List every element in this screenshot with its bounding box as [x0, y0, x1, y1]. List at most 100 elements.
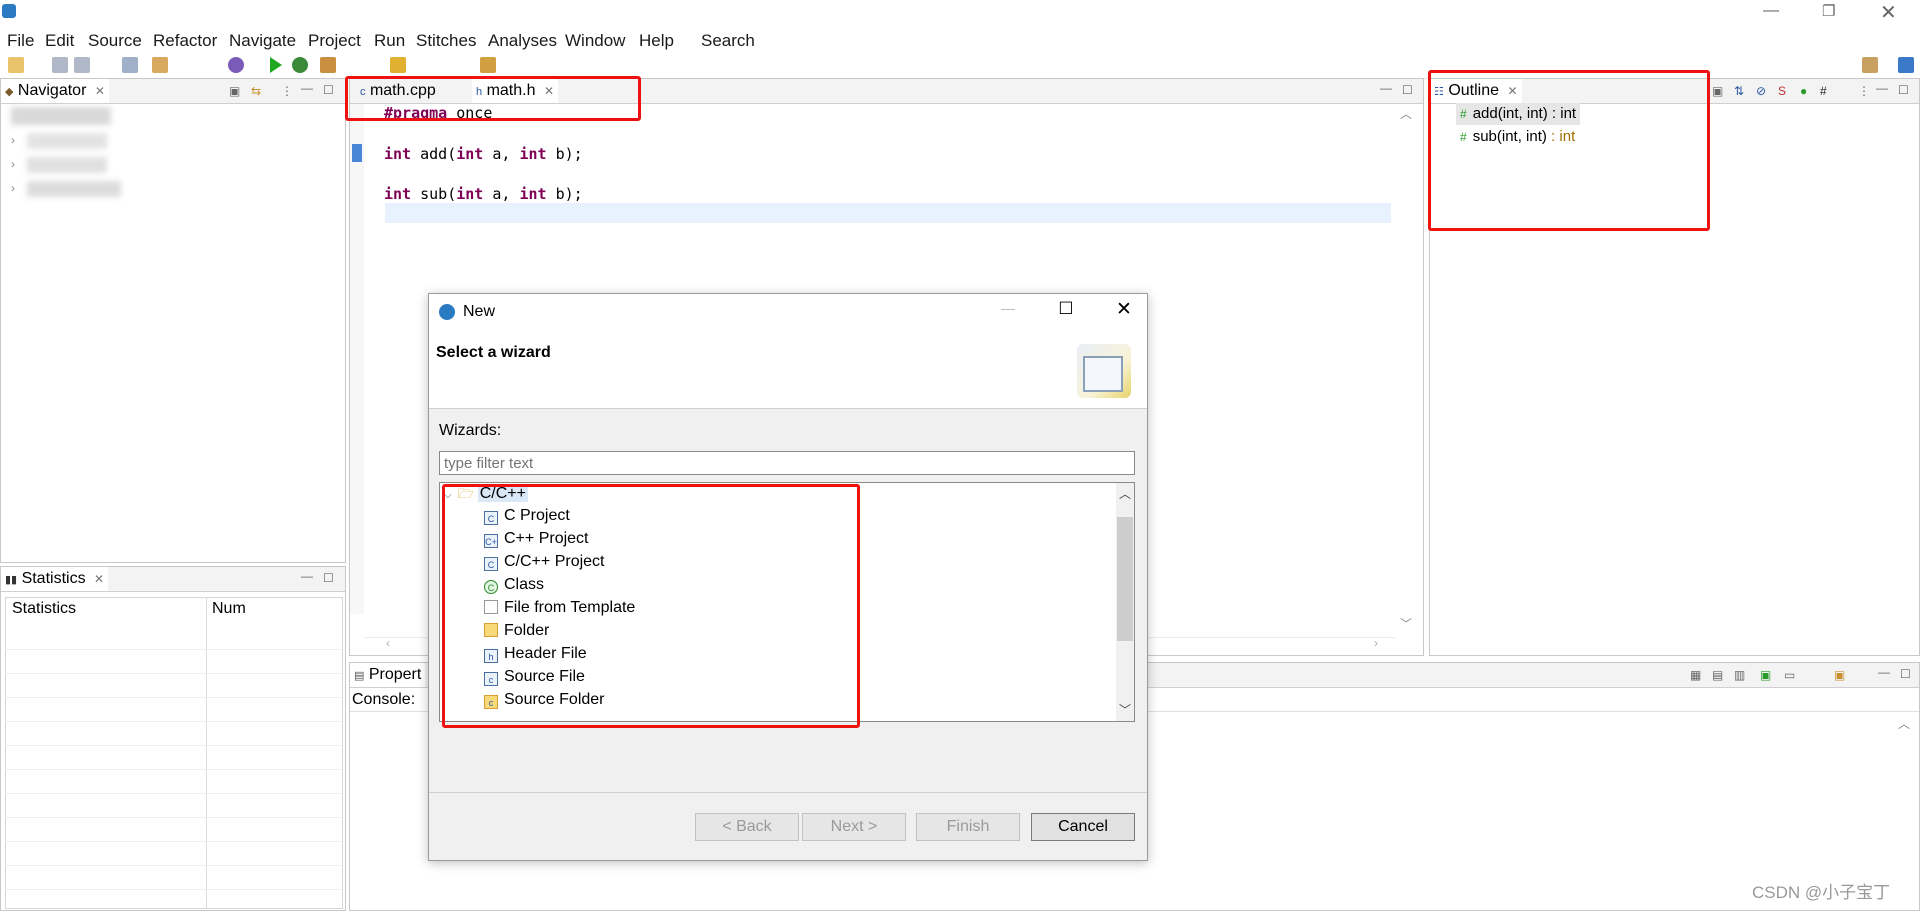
save-all-icon[interactable]: [74, 57, 90, 73]
pin-console-icon[interactable]: ▥: [1734, 668, 1745, 682]
code-keyword: int: [519, 185, 547, 203]
finish-button[interactable]: Finish: [916, 813, 1020, 841]
run-icon[interactable]: [270, 57, 282, 73]
folder-icon: [27, 133, 107, 149]
external-tools-icon[interactable]: [320, 57, 336, 73]
menu-edit[interactable]: Edit: [45, 31, 74, 51]
highlight-box-editor-tabs: [345, 76, 641, 121]
tab-statistics[interactable]: ▮▮ Statistics ✕: [1, 567, 109, 591]
minimize-icon[interactable]: —: [1876, 81, 1888, 95]
scroll-up-icon[interactable]: ︿: [1400, 105, 1412, 122]
maximize-icon[interactable]: ☐: [1898, 83, 1909, 97]
minimize-icon[interactable]: —: [1380, 81, 1392, 95]
menu-search[interactable]: Search: [701, 31, 755, 51]
view-menu-icon[interactable]: ⋮: [281, 84, 293, 98]
scroll-down-icon[interactable]: ﹀: [1119, 701, 1131, 718]
hide-fields-icon[interactable]: ⊘: [1756, 84, 1766, 98]
maximize-icon[interactable]: ☐: [323, 83, 334, 97]
view-menu-icon[interactable]: ⋮: [1858, 84, 1870, 98]
new-console-icon[interactable]: ▣: [1834, 668, 1845, 682]
maximize-icon[interactable]: ☐: [1900, 667, 1911, 681]
scroll-left-icon[interactable]: ‹: [386, 636, 390, 650]
clear-console-icon[interactable]: ▦: [1690, 668, 1701, 682]
window-restore-button[interactable]: ❐: [1822, 2, 1842, 22]
tree-item[interactable]: ›: [11, 157, 25, 171]
close-icon[interactable]: ✕: [95, 84, 105, 98]
collapse-all-icon[interactable]: ▣: [229, 84, 240, 98]
print-icon[interactable]: [122, 57, 138, 73]
tab-navigator[interactable]: ◆ Navigator ✕: [1, 79, 109, 103]
menu-source[interactable]: Source: [88, 31, 142, 51]
dialog-minimize-button[interactable]: —: [993, 300, 1023, 324]
menu-analyses[interactable]: Analyses: [488, 31, 557, 51]
vertical-scrollbar[interactable]: [1395, 104, 1419, 614]
open-console-icon[interactable]: ▭: [1784, 668, 1795, 682]
tree-item[interactable]: [11, 107, 111, 125]
scroll-lock-icon[interactable]: ▤: [1712, 668, 1723, 682]
code-line[interactable]: int add(int a, int b);: [384, 145, 583, 163]
sort-icon[interactable]: ⇅: [1734, 84, 1744, 98]
minimize-icon[interactable]: —: [1878, 665, 1890, 679]
tree-item[interactable]: ›: [11, 133, 25, 147]
code-text: add(: [411, 145, 457, 163]
window-close-button[interactable]: ✕: [1880, 0, 1900, 24]
save-icon[interactable]: [52, 57, 68, 73]
tree-scrollbar[interactable]: ︿ ﹀: [1116, 483, 1134, 721]
column-header-statistics[interactable]: Statistics: [12, 600, 76, 618]
scroll-thumb[interactable]: [1117, 517, 1133, 641]
link-editor-icon[interactable]: ⇆: [251, 84, 261, 98]
table-row: [5, 819, 341, 842]
menu-help[interactable]: Help: [639, 31, 674, 51]
new-icon[interactable]: [8, 57, 24, 73]
table-row: [5, 627, 341, 650]
table-row: [5, 651, 341, 674]
collapse-all-icon[interactable]: ▣: [1712, 84, 1723, 98]
bug-icon[interactable]: [292, 57, 308, 73]
table-row: [5, 843, 341, 866]
menu-file[interactable]: File: [7, 31, 34, 51]
minimize-icon[interactable]: —: [301, 81, 313, 95]
cpp-perspective-icon[interactable]: [1898, 57, 1914, 73]
maximize-icon[interactable]: ☐: [323, 571, 334, 585]
menu-navigate[interactable]: Navigate: [229, 31, 296, 51]
back-icon[interactable]: [480, 57, 496, 73]
scroll-up-icon[interactable]: ︿: [1898, 715, 1910, 732]
hide-macros-icon[interactable]: #: [1820, 84, 1827, 98]
annotation-marker[interactable]: [352, 144, 362, 162]
editor-ruler: [350, 104, 364, 614]
code-line[interactable]: int sub(int a, int b);: [384, 185, 583, 203]
debug-icon[interactable]: [228, 57, 244, 73]
properties-title: Propert: [368, 666, 422, 683]
next-annotation-icon[interactable]: [390, 57, 406, 73]
dialog-maximize-button[interactable]: ☐: [1051, 299, 1081, 323]
menu-project[interactable]: Project: [308, 31, 361, 51]
menu-refactor[interactable]: Refactor: [153, 31, 217, 51]
navigator-icon: ◆: [5, 86, 14, 98]
hide-nonpublic-icon[interactable]: ●: [1800, 84, 1807, 98]
current-line-highlight: [385, 203, 1391, 223]
menu-window[interactable]: Window: [565, 31, 625, 51]
tree-item[interactable]: ›: [11, 181, 25, 195]
hide-static-icon[interactable]: S: [1778, 84, 1786, 98]
dialog-close-button[interactable]: ✕: [1109, 298, 1139, 322]
menu-stitches[interactable]: Stitches: [416, 31, 476, 51]
scroll-down-icon[interactable]: ﹀: [1400, 615, 1412, 632]
window-minimize-button[interactable]: —: [1763, 2, 1783, 22]
open-perspective-icon[interactable]: [1862, 57, 1878, 73]
back-button[interactable]: < Back: [695, 813, 799, 841]
scroll-up-icon[interactable]: ︿: [1119, 485, 1131, 502]
maximize-icon[interactable]: ☐: [1402, 83, 1413, 97]
cancel-button[interactable]: Cancel: [1031, 813, 1135, 841]
menu-run[interactable]: Run: [374, 31, 405, 51]
column-header-num[interactable]: Num: [212, 600, 246, 618]
navigator-panel: ◆ Navigator ✕ ▣ ⇆ ⋮ — ☐ › › ›: [0, 78, 346, 563]
tab-properties[interactable]: ▤ Propert: [350, 663, 426, 687]
minimize-icon[interactable]: —: [301, 569, 313, 583]
next-button[interactable]: Next >: [802, 813, 906, 841]
close-icon[interactable]: ✕: [94, 572, 104, 586]
code-text: b);: [546, 185, 583, 203]
build-icon[interactable]: [152, 57, 168, 73]
display-console-icon[interactable]: ▣: [1760, 668, 1771, 682]
wizard-filter-input[interactable]: [439, 451, 1135, 475]
scroll-right-icon[interactable]: ›: [1374, 636, 1378, 650]
